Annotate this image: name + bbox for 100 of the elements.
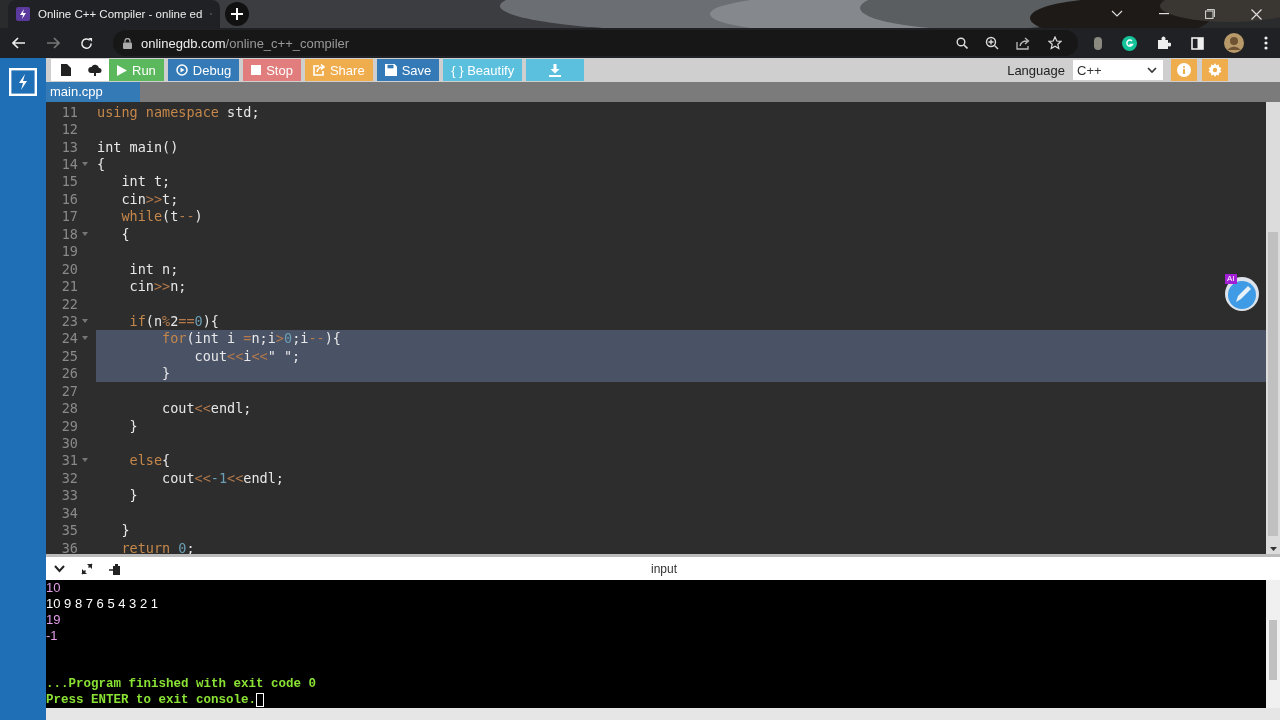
settings-icon [1208,63,1222,77]
maximize-icon[interactable] [1205,9,1215,19]
ai-assistant-button[interactable]: AI [1224,276,1260,312]
code-line: if(n%2==0){ [128,312,219,329]
line-number: 34 [61,504,78,521]
search-icon[interactable] [956,37,968,49]
fold-arrow-icon[interactable] [82,336,88,341]
code-line: else{ [128,452,171,469]
code-line: for(int i =n;i>0;i--){ [161,330,341,347]
extension-logo-icon[interactable] [1122,35,1137,51]
scrollbar[interactable] [1266,580,1280,708]
save-button[interactable]: Save [376,59,440,81]
code-line: cout<<endl; [161,400,252,417]
expand-icon[interactable] [81,562,93,575]
code-line: { [97,156,106,173]
minimize-icon[interactable] [1159,13,1169,15]
code-line: int main() [97,138,179,155]
line-number: 19 [61,243,78,260]
console-line: 19 [46,612,61,627]
line-number: 35 [61,522,78,539]
line-number: 27 [61,382,78,399]
code-line: cout<<i<<" "; [193,347,301,364]
fold-arrow-icon[interactable] [82,458,88,463]
scrollbar[interactable] [1266,102,1280,554]
run-button[interactable]: Run [109,59,164,81]
line-number: 22 [61,295,78,312]
line-number: 33 [61,487,78,504]
scroll-down-icon[interactable] [1269,547,1277,551]
file-icon [60,64,71,76]
share-icon[interactable] [1016,36,1031,50]
line-number: 31 [61,452,78,469]
info-icon [1177,63,1191,77]
logo-icon[interactable] [9,68,37,96]
stop-button[interactable]: Stop [243,59,301,81]
console-title: input [651,561,678,576]
file-tab[interactable]: main.cpp [46,82,140,102]
line-number: 24 [61,330,78,347]
cloud-upload-icon [87,64,102,76]
line-number: 11 [61,103,78,120]
code-line: using namespace std; [97,103,260,120]
upload-button[interactable] [80,59,109,81]
line-number: 12 [61,121,78,138]
chevron-down-icon [1147,66,1157,74]
line-number: 32 [61,469,78,486]
debug-button[interactable]: Debug [167,59,240,81]
console-line: ...Program finished with exit code 0 [46,676,317,692]
line-number: 15 [61,173,78,190]
line-number: 30 [61,435,78,452]
fold-arrow-icon[interactable] [82,162,88,167]
code-line: cin>>n; [128,278,187,295]
line-number: 20 [61,260,78,277]
reload-icon[interactable] [80,36,93,50]
line-number: 26 [61,365,78,382]
code-line: int n; [128,260,179,277]
download-icon [549,63,562,77]
bolt-icon [16,7,30,21]
console-line: -1 [46,628,58,643]
zoom-in-icon[interactable] [985,36,999,50]
language-label: Language [1007,62,1065,78]
tab-title: Online C++ Compiler - online ed [38,8,203,20]
stop-icon [251,65,262,75]
fold-arrow-icon[interactable] [82,231,88,236]
menu-icon[interactable] [1264,36,1268,50]
fold-arrow-icon[interactable] [82,318,88,323]
plus-icon[interactable] [225,2,249,26]
code-line: } [161,365,171,382]
code-line: return 0; [120,539,195,554]
code-line: } [120,522,130,539]
sidebar-icon[interactable] [1191,36,1204,50]
play-icon [117,64,127,76]
share-icon [312,64,325,76]
chevron-down-icon[interactable] [54,564,65,573]
address-field[interactable]: onlinegdb.com/online_c++_compiler [141,35,350,51]
play-circle-icon [175,64,188,76]
clear-icon[interactable] [109,562,121,575]
browser-tab[interactable]: Online C++ Compiler - online ed [8,0,220,28]
avatar-icon[interactable] [1224,33,1244,53]
line-number: 25 [61,347,78,364]
star-icon[interactable] [1048,36,1062,50]
back-icon[interactable] [12,37,26,49]
line-number: 13 [61,138,78,155]
line-number: 17 [61,208,78,225]
line-number: 18 [61,225,78,242]
language-select[interactable]: C++ [1073,60,1163,80]
line-number: 14 [61,156,78,173]
extension-icon[interactable] [1094,36,1102,50]
code-line: { [120,225,130,242]
line-number: 29 [61,417,78,434]
code-line: int t; [120,173,171,190]
console-line: Press ENTER to exit console. [46,692,257,708]
line-number: 21 [61,278,78,295]
text-cursor [256,693,265,707]
console-line: 10 [46,580,61,595]
lock-icon [123,37,132,49]
console-line: 10 9 8 7 6 5 4 3 2 1 [46,596,159,611]
code-line: while(t--) [120,208,203,225]
code-line: cout<<-1<<endl; [161,469,284,486]
new-file-button[interactable] [51,59,80,81]
puzzle-icon[interactable] [1157,36,1171,50]
line-number: 28 [61,400,78,417]
